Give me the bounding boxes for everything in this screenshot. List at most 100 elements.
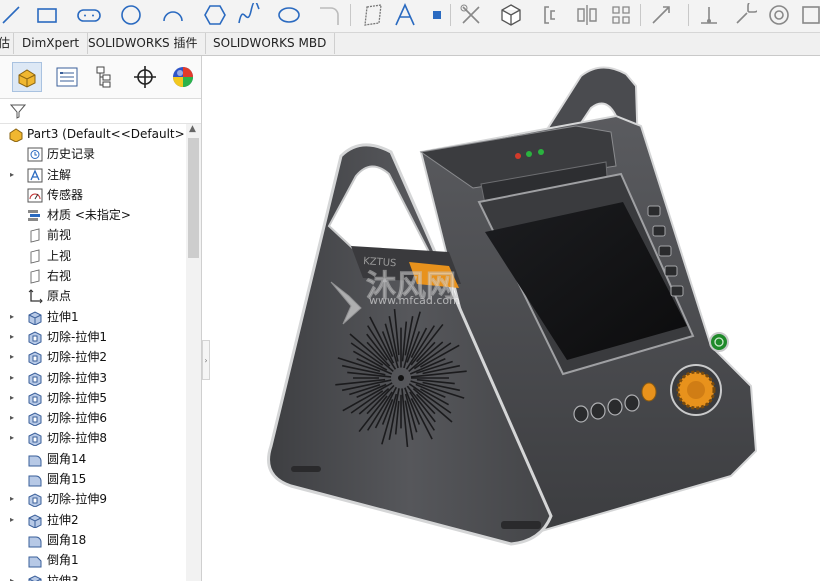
tree-item-label: 切除-拉伸9 — [47, 492, 107, 507]
panel-collapse-handle[interactable]: › — [202, 340, 210, 380]
tree-item-label: 切除-拉伸5 — [47, 390, 107, 405]
tree-item-label: 切除-拉伸1 — [47, 329, 107, 344]
cut-extrude-icon — [27, 492, 43, 508]
expand-arrow-icon[interactable]: ▸ — [10, 408, 20, 428]
view-icon[interactable] — [766, 2, 792, 28]
tab-evaluate[interactable]: 估 — [0, 33, 14, 54]
expand-arrow-icon[interactable]: ▸ — [10, 428, 20, 448]
tree-item-label: 切除-拉伸2 — [47, 350, 107, 365]
offset-icon[interactable] — [540, 2, 566, 28]
rectangle-icon[interactable] — [34, 2, 60, 28]
cut-extrude-icon — [27, 330, 43, 346]
material-icon — [27, 208, 43, 223]
feature-manager-icon[interactable] — [12, 62, 42, 92]
convert-icon[interactable] — [498, 2, 524, 28]
pattern-icon[interactable] — [608, 2, 634, 28]
tree-item[interactable]: ▸ 切除-拉伸5 — [0, 388, 186, 408]
tree-item[interactable]: 圆角18 — [0, 530, 186, 550]
tree-item-label: Part3 (Default<<Default> — [27, 127, 185, 141]
tree-item-label: 圆角14 — [47, 451, 87, 466]
tree-item[interactable]: 上视 — [0, 246, 186, 266]
tree-item-label: 圆角15 — [47, 472, 87, 487]
plane-icon — [27, 269, 43, 284]
part-icon — [8, 127, 24, 143]
ellipse-icon[interactable] — [276, 2, 302, 28]
tree-scrollbar[interactable]: ▲ — [186, 124, 201, 581]
tab-dimxpert[interactable]: DimXpert — [14, 33, 89, 54]
tab-solidworks-addins[interactable]: SOLIDWORKS 插件 — [80, 33, 207, 54]
tree-item[interactable]: ▸ 切除-拉伸9 — [0, 489, 186, 509]
expand-arrow-icon[interactable]: ▸ — [10, 307, 20, 327]
repair-icon[interactable] — [732, 2, 758, 28]
expand-arrow-icon[interactable]: ▸ — [10, 510, 20, 530]
tree-item[interactable]: 倒角1 — [0, 550, 186, 570]
sensor-icon — [27, 188, 43, 203]
cut-extrude-icon — [27, 411, 43, 427]
scroll-thumb[interactable] — [188, 138, 199, 258]
polygon-icon[interactable] — [202, 2, 228, 28]
point-icon[interactable] — [424, 2, 450, 28]
tree-item[interactable]: 材质 <未指定> — [0, 205, 186, 225]
tree-item[interactable]: 传感器 — [0, 185, 186, 205]
tree-item[interactable]: 原点 — [0, 286, 186, 306]
line-icon[interactable] — [0, 2, 26, 28]
display-manager-icon[interactable] — [168, 62, 198, 92]
trim-icon[interactable] — [458, 2, 484, 28]
tree-item[interactable]: ▸ 切除-拉伸3 — [0, 368, 186, 388]
graphics-area[interactable]: KZTUS 沐风网 www.mfcad.com — [211, 56, 820, 581]
cut-extrude-icon — [27, 350, 43, 366]
expand-arrow-icon[interactable]: ▸ — [10, 165, 20, 185]
tree-item-label: 切除-拉伸3 — [47, 370, 107, 385]
expand-arrow-icon[interactable]: ▸ — [10, 571, 20, 581]
extrude-icon — [27, 513, 43, 529]
expand-arrow-icon[interactable]: ▸ — [10, 368, 20, 388]
filter-icon[interactable] — [10, 103, 26, 119]
device-model: KZTUS 沐风网 www.mfcad.com — [267, 66, 758, 546]
tree-item[interactable]: ▸ 切除-拉伸2 — [0, 347, 186, 367]
tree-item[interactable]: ▸ 切除-拉伸1 — [0, 327, 186, 347]
tree-item[interactable]: Part3 (Default<<Default>⌃ — [0, 124, 196, 144]
tree-item[interactable]: 前视 — [0, 225, 186, 245]
tree-item[interactable]: 圆角14 — [0, 449, 186, 469]
feature-tree: Part3 (Default<<Default>⌃ 历史记录 ▸ 注解传感器材质 <未… — [0, 124, 196, 581]
tree-item-label: 切除-拉伸8 — [47, 431, 107, 446]
dimxpert-icon[interactable] — [130, 62, 160, 92]
tree-item[interactable]: 圆角15 — [0, 469, 186, 489]
fillet-feature-icon — [27, 472, 43, 487]
tree-item[interactable]: 历史记录 — [0, 144, 186, 164]
move-icon[interactable] — [648, 2, 674, 28]
spline-icon[interactable] — [236, 2, 262, 28]
relation-icon[interactable] — [696, 2, 722, 28]
property-manager-icon[interactable] — [52, 62, 82, 92]
fillet-icon[interactable] — [316, 2, 342, 28]
filter-bar[interactable] — [0, 99, 201, 124]
display-style-icon[interactable] — [798, 2, 820, 28]
arc-icon[interactable] — [160, 2, 186, 28]
tree-item-label: 注解 — [47, 167, 72, 182]
tree-item[interactable]: ▸ 切除-拉伸6 — [0, 408, 186, 428]
tree-item-label: 倒角1 — [47, 553, 79, 568]
mirror-icon[interactable] — [574, 2, 600, 28]
configuration-manager-icon[interactable] — [90, 62, 120, 92]
expand-arrow-icon[interactable]: ▸ — [10, 347, 20, 367]
circle-icon[interactable] — [118, 2, 144, 28]
rotary-knob — [670, 364, 722, 416]
expand-arrow-icon[interactable]: ▸ — [10, 489, 20, 509]
tab-solidworks-mbd[interactable]: SOLIDWORKS MBD — [205, 33, 336, 54]
tree-item[interactable]: ▸ 拉伸1 — [0, 307, 186, 327]
tree-item-label: 拉伸3 — [47, 573, 79, 581]
tree-item[interactable]: ▸ 切除-拉伸8 — [0, 428, 186, 448]
tree-item[interactable]: ▸ 拉伸3 — [0, 571, 186, 581]
expand-arrow-icon[interactable]: ▸ — [10, 327, 20, 347]
tree-item-label: 传感器 — [47, 187, 84, 202]
tree-item[interactable]: ▸ 拉伸2 — [0, 510, 186, 530]
expand-arrow-icon[interactable]: ▸ — [10, 388, 20, 408]
tree-item-label: 切除-拉伸6 — [47, 411, 107, 426]
text-icon[interactable] — [392, 2, 418, 28]
tree-item[interactable]: ▸ 注解 — [0, 165, 186, 185]
cut-extrude-icon — [27, 431, 43, 448]
tree-item[interactable]: 右视 — [0, 266, 186, 286]
scroll-up-icon[interactable]: ▲ — [189, 124, 196, 134]
plane-icon[interactable] — [360, 2, 386, 28]
slot-icon[interactable] — [76, 2, 102, 28]
